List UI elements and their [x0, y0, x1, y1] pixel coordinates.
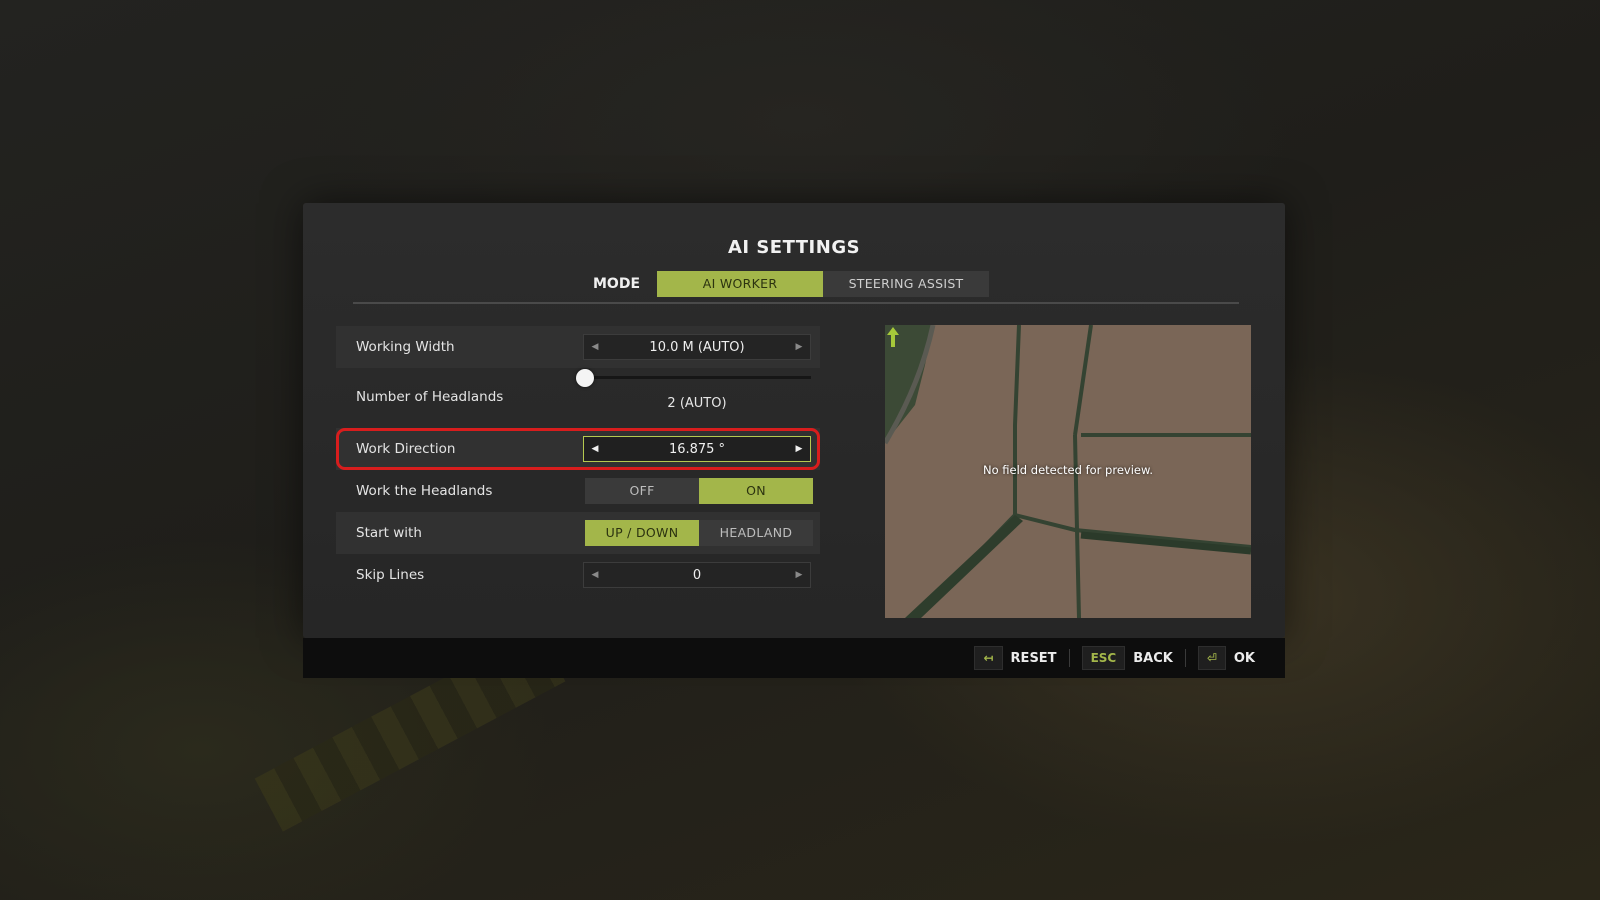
skip-lines-value: 0: [692, 567, 702, 583]
chevron-left-icon[interactable]: ◀: [584, 563, 606, 587]
skip-lines-label: Skip Lines: [356, 567, 425, 583]
highlight-ring: [336, 428, 820, 470]
footer-actions: ↤ RESET ESC BACK ⏎ OK: [974, 638, 1267, 678]
preview-message: No field detected for preview.: [983, 463, 1153, 477]
setting-start-with: Start with UP / DOWN HEADLAND: [336, 512, 820, 554]
field-preview-map: No field detected for preview.: [885, 325, 1251, 618]
north-arrow-icon: [887, 327, 899, 347]
headlands-slider-track[interactable]: [583, 376, 811, 379]
headlands-label: Number of Headlands: [356, 389, 504, 405]
start-with-up-down-button[interactable]: UP / DOWN: [585, 520, 699, 546]
chevron-left-icon[interactable]: ◀: [584, 335, 606, 359]
enter-key-icon[interactable]: ⏎: [1197, 646, 1226, 670]
mode-steering-assist-button[interactable]: STEERING ASSIST: [823, 271, 990, 297]
setting-skip-lines: Skip Lines ◀ 0 ▶: [336, 554, 820, 596]
start-with-headland-button[interactable]: HEADLAND: [699, 520, 813, 546]
chevron-right-icon[interactable]: ▶: [788, 335, 810, 359]
mode-label: MODE: [593, 276, 641, 292]
work-headlands-off-button[interactable]: OFF: [585, 478, 699, 504]
work-headlands-on-button[interactable]: ON: [699, 478, 813, 504]
double-arrow-icon[interactable]: ↤: [974, 646, 1003, 670]
setting-work-direction: Work Direction ◀ 16.875 ° ▶: [336, 428, 820, 470]
back-button[interactable]: BACK: [1133, 651, 1173, 666]
ok-button[interactable]: OK: [1234, 651, 1255, 666]
work-headlands-toggle: OFF ON: [585, 478, 813, 504]
setting-working-width: Working Width ◀ 10.0 M (AUTO) ▶: [336, 326, 820, 368]
start-with-label: Start with: [356, 525, 422, 541]
dialog-footer: ↤ RESET ESC BACK ⏎ OK: [303, 638, 1285, 678]
settings-list: Working Width ◀ 10.0 M (AUTO) ▶ Number o…: [336, 326, 820, 596]
working-width-label: Working Width: [356, 339, 455, 355]
start-with-toggle: UP / DOWN HEADLAND: [585, 520, 813, 546]
setting-work-the-headlands: Work the Headlands OFF ON: [336, 470, 820, 512]
esc-key[interactable]: ESC: [1081, 646, 1126, 670]
chevron-right-icon[interactable]: ▶: [788, 563, 810, 587]
ai-settings-dialog: AI SETTINGS MODE AI WORKER STEERING ASSI…: [303, 203, 1285, 638]
header-divider: [353, 302, 1239, 304]
headlands-value: 2 (AUTO): [667, 396, 727, 411]
work-headlands-label: Work the Headlands: [356, 483, 493, 499]
mode-ai-worker-button[interactable]: AI WORKER: [657, 271, 824, 297]
headlands-slider-knob[interactable]: [576, 369, 594, 387]
footer-separator: [1068, 649, 1070, 667]
working-width-value: 10.0 M (AUTO): [649, 339, 745, 355]
working-width-stepper: ◀ 10.0 M (AUTO) ▶: [583, 334, 811, 360]
dialog-title: AI SETTINGS: [727, 237, 861, 258]
footer-separator: [1184, 649, 1186, 667]
skip-lines-stepper: ◀ 0 ▶: [583, 562, 811, 588]
setting-number-of-headlands: Number of Headlands 2 (AUTO): [336, 368, 820, 426]
mode-selector: MODE AI WORKER STEERING ASSIST: [593, 271, 990, 297]
reset-button[interactable]: RESET: [1011, 651, 1057, 666]
